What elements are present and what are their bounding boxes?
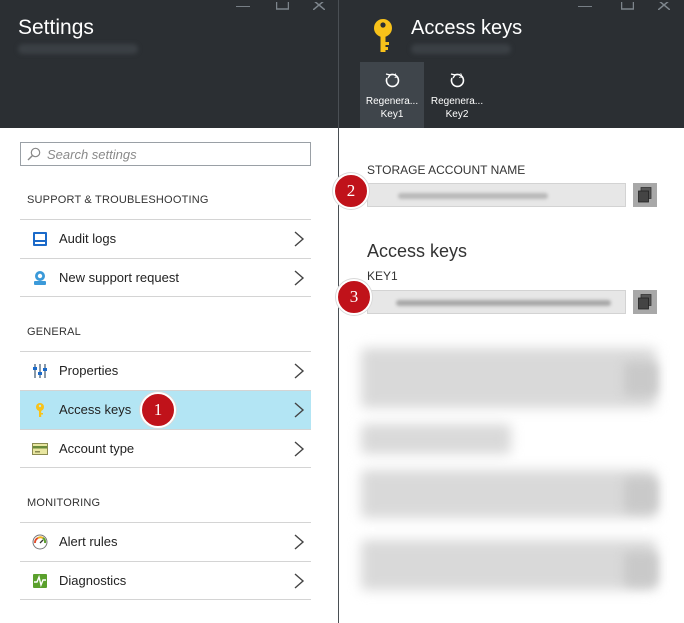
minimize-icon[interactable]: — [578,0,592,12]
menu-label: Access keys [59,402,132,417]
regenerate-icon: 1 [385,73,400,88]
section-title-monitoring: MONITORING [27,497,101,509]
chevron-right-icon [294,270,305,286]
storage-account-name-redacted [398,193,548,199]
copy-key1-button[interactable] [633,290,657,314]
maximize-icon[interactable] [275,0,290,10]
account-type-icon [32,443,48,455]
menu-label: Account type [59,441,135,456]
menu-item-new-support-request[interactable]: New support request [20,258,311,297]
access-keys-title: Access keys [411,17,523,39]
key1-label: KEY1 [367,269,398,283]
maximize-icon[interactable] [620,0,635,10]
access-keys-heading: Access keys [367,241,468,261]
regenerate-key2-button[interactable]: 2 Regenera... Key2 [425,62,489,128]
settings-title: Settings [18,16,94,39]
redacted-copy-button [624,552,658,586]
regenerate-key1-label: Regenera... [365,96,419,107]
callout-badge-2: 2 [333,173,369,209]
menu-label: Alert rules [59,534,118,549]
chevron-right-icon [294,402,305,418]
section-title-general: GENERAL [27,326,81,338]
menu-label: Audit logs [59,231,117,246]
copy-icon [638,187,652,203]
regenerate-key2-label: Regenera... [430,96,484,107]
settings-subtitle-redacted [18,44,138,54]
menu-item-audit-logs[interactable]: Audit logs [20,219,311,258]
access-keys-header: Access keys — 1 Regenera... Key1 2 Regen… [339,0,684,128]
menu-label: Properties [59,363,119,378]
menu-item-alert-rules[interactable]: Alert rules [20,522,311,561]
access-keys-subtitle-redacted [411,44,511,54]
storage-account-name-label: STORAGE ACCOUNT NAME [367,163,526,177]
redacted-content [361,424,511,454]
close-icon[interactable] [312,0,326,11]
support-request-icon [34,271,46,285]
access-keys-blade: Access keys — 1 Regenera... Key1 2 Regen… [339,0,684,623]
regenerate-key1-button[interactable]: 1 Regenera... Key1 [360,62,424,128]
search-settings-box[interactable] [20,142,311,166]
section-title-support: SUPPORT & TROUBLESHOOTING [27,194,209,206]
properties-icon [33,364,47,378]
copy-icon [638,294,652,310]
menu-item-account-type[interactable]: Account type [20,429,311,468]
chevron-right-icon [294,441,305,457]
key-icon [36,403,44,417]
menu-label: Diagnostics [59,573,127,588]
key1-field[interactable] [367,290,626,314]
redacted-content [361,470,656,518]
close-icon[interactable] [657,0,671,11]
regenerate-icon: 2 [450,73,465,88]
key1-value-redacted [396,300,611,306]
redacted-copy-button [624,478,658,512]
callout-badge-1: 1 [140,392,176,428]
storage-account-name-field[interactable] [367,183,626,207]
regenerate-key2-sublabel: Key2 [445,109,469,120]
menu-item-diagnostics[interactable]: Diagnostics [20,561,311,600]
menu-item-properties[interactable]: Properties [20,351,311,390]
redacted-content [361,348,656,408]
regenerate-key1-sublabel: Key1 [380,109,404,120]
settings-header: Settings — [0,0,338,128]
chevron-right-icon [294,363,305,379]
redacted-content [361,540,656,590]
menu-label: New support request [59,270,179,285]
key-icon [374,19,392,52]
chevron-right-icon [294,534,305,550]
minimize-icon[interactable]: — [236,0,250,12]
settings-blade: Settings — SUPPORT & TROUBLESHOOTING [0,0,338,623]
copy-storage-account-name-button[interactable] [633,183,657,207]
callout-badge-3: 3 [336,279,372,315]
alert-rules-icon [32,534,48,550]
audit-logs-icon [33,232,47,246]
redacted-copy-button [624,362,658,396]
chevron-right-icon [294,231,305,247]
diagnostics-icon [33,574,47,588]
portal-screen: Settings — SUPPORT & TROUBLESHOOTING [0,0,684,623]
search-input[interactable] [47,145,305,163]
chevron-right-icon [294,573,305,589]
search-icon [27,147,41,161]
